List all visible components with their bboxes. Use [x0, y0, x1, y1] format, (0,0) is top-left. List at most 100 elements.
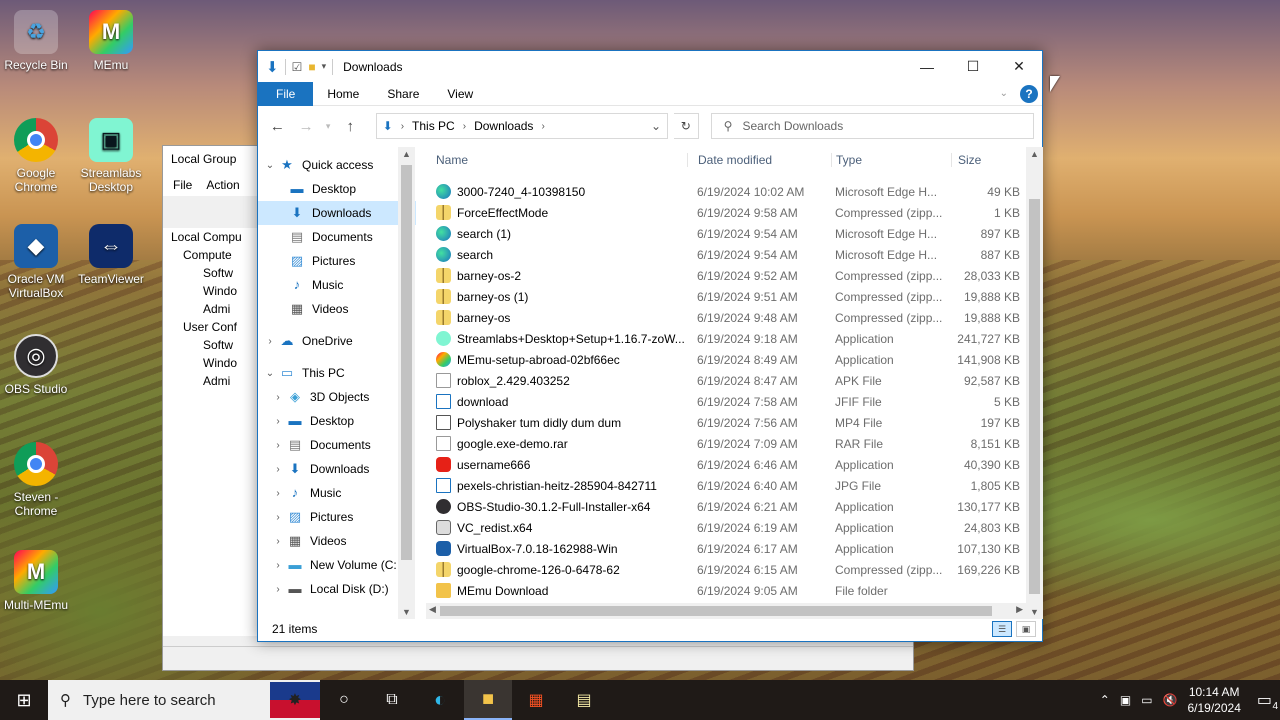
chevron-right-icon[interactable]: ›: [270, 416, 286, 427]
file-row[interactable]: VirtualBox-7.0.18-162988-Win 6/19/2024 6…: [426, 538, 1026, 559]
file-name-cell[interactable]: search (1): [426, 226, 687, 241]
taskbar-file-explorer[interactable]: ■: [464, 680, 512, 720]
customize-toolbar-icon[interactable]: ▾: [322, 61, 327, 72]
tab-file[interactable]: File: [258, 81, 314, 106]
scroll-down-icon[interactable]: ▼: [1026, 607, 1043, 617]
taskbar-search-box[interactable]: ⚲ Type here to search ✸: [48, 680, 320, 720]
chevron-right-icon[interactable]: ›: [270, 440, 286, 451]
tab-home[interactable]: Home: [313, 82, 373, 106]
task-view-button[interactable]: ⧉: [368, 680, 416, 720]
desktop-icon-teamviewer[interactable]: ⇔ TeamViewer: [75, 224, 147, 286]
file-name-cell[interactable]: pexels-christian-heitz-285904-842711: [426, 478, 687, 493]
file-row[interactable]: OBS-Studio-30.1.2-Full-Installer-x64 6/1…: [426, 496, 1026, 517]
minimize-button[interactable]: —: [904, 51, 950, 82]
file-name-cell[interactable]: MEmu Download: [426, 583, 687, 598]
file-row[interactable]: search (1) 6/19/2024 9:54 AM Microsoft E…: [426, 223, 1026, 244]
nav-pc-pictures[interactable]: › ▨ Pictures: [258, 505, 416, 529]
desktop-icon-virtualbox[interactable]: ◆ Oracle VM VirtualBox: [0, 224, 72, 300]
bg-menu-action[interactable]: Action: [206, 178, 239, 192]
scroll-thumb[interactable]: [1029, 199, 1040, 594]
breadcrumb-this-pc[interactable]: This PC: [412, 119, 455, 133]
nav-this-pc[interactable]: ⌄ ▭ This PC: [258, 361, 416, 385]
file-name-cell[interactable]: ForceEffectMode: [426, 205, 687, 220]
nav-quick-access[interactable]: ⌄ ★ Quick access: [258, 153, 416, 177]
expand-ribbon-icon[interactable]: ⌄: [1000, 88, 1008, 99]
file-name-cell[interactable]: search: [426, 247, 687, 262]
desktop-icon-recycle-bin[interactable]: ♻ Recycle Bin: [0, 10, 72, 72]
file-row[interactable]: barney-os-2 6/19/2024 9:52 AM Compressed…: [426, 265, 1026, 286]
bg-menu-file[interactable]: File: [173, 178, 192, 192]
nav-documents[interactable]: ▤ Documents 📌: [258, 225, 416, 249]
nav-pc-documents[interactable]: › ▤ Documents: [258, 433, 416, 457]
title-bar[interactable]: ⬇ ☑ ■ ▾ Downloads — ☐ ✕: [258, 51, 1042, 82]
file-name-cell[interactable]: VC_redist.x64: [426, 520, 687, 535]
back-button[interactable]: ←: [266, 118, 289, 135]
file-row[interactable]: download 6/19/2024 7:58 AM JFIF File 5 K…: [426, 391, 1026, 412]
breadcrumb-separator[interactable]: ›: [463, 121, 466, 132]
search-box[interactable]: ⚲ Search Downloads: [710, 113, 1034, 139]
chevron-right-icon[interactable]: ›: [270, 488, 286, 499]
details-view-button[interactable]: ☰: [992, 621, 1012, 637]
cortana-button[interactable]: ○: [320, 680, 368, 720]
file-explorer-window[interactable]: ⬇ ☑ ■ ▾ Downloads — ☐ ✕ File Home Share …: [257, 50, 1043, 642]
scroll-down-icon[interactable]: ▼: [398, 607, 415, 617]
network-icon[interactable]: ▭: [1141, 693, 1152, 707]
tab-view[interactable]: View: [433, 82, 487, 106]
scroll-up-icon[interactable]: ▲: [398, 149, 415, 159]
file-name-cell[interactable]: barney-os-2: [426, 268, 687, 283]
close-button[interactable]: ✕: [996, 51, 1042, 82]
scroll-up-icon[interactable]: ▲: [1026, 149, 1043, 159]
chevron-down-icon[interactable]: ⌄: [262, 368, 278, 379]
start-button[interactable]: ⊞: [0, 680, 48, 720]
bg-tree-item[interactable]: Compute: [163, 246, 259, 264]
column-header-type[interactable]: Type: [831, 153, 951, 167]
breadcrumb-downloads[interactable]: Downloads: [474, 119, 533, 133]
desktop-icon-chrome[interactable]: Google Chrome: [0, 118, 72, 194]
scroll-thumb[interactable]: [401, 165, 412, 560]
chevron-up-icon[interactable]: ⌃: [1100, 693, 1110, 707]
nav-drive-c[interactable]: › ▬ New Volume (C:: [258, 553, 416, 577]
nav-desktop[interactable]: ▬ Desktop 📌: [258, 177, 416, 201]
chevron-right-icon[interactable]: ›: [270, 536, 286, 547]
maximize-button[interactable]: ☐: [950, 51, 996, 82]
volume-muted-icon[interactable]: 🔇: [1163, 693, 1178, 707]
desktop-icon-streamlabs[interactable]: ▣ Streamlabs Desktop: [75, 118, 147, 194]
bg-tree-item[interactable]: Softw: [163, 336, 259, 354]
file-name-cell[interactable]: roblox_2.429.403252: [426, 373, 687, 388]
chevron-down-icon[interactable]: ⌄: [262, 160, 278, 171]
new-folder-icon[interactable]: ■: [308, 60, 315, 74]
address-bar[interactable]: ⬇ › This PC › Downloads › ⌄: [375, 113, 668, 139]
file-name-cell[interactable]: barney-os: [426, 310, 687, 325]
file-row[interactable]: pexels-christian-heitz-285904-842711 6/1…: [426, 475, 1026, 496]
file-row[interactable]: ForceEffectMode 6/19/2024 9:58 AM Compre…: [426, 202, 1026, 223]
nav-pc-downloads[interactable]: › ⬇ Downloads: [258, 457, 416, 481]
desktop-icon-steven-chrome[interactable]: Steven - Chrome: [0, 442, 72, 518]
clock[interactable]: 10:14 AM 6/19/2024: [1187, 684, 1240, 716]
file-name-cell[interactable]: MEmu-setup-abroad-02bf66ec: [426, 352, 687, 367]
file-name-cell[interactable]: OBS-Studio-30.1.2-Full-Installer-x64: [426, 499, 687, 514]
bg-tree-item[interactable]: Admi: [163, 372, 259, 390]
nav-drive-d[interactable]: › ▬ Local Disk (D:): [258, 577, 416, 601]
chevron-right-icon[interactable]: ›: [270, 560, 286, 571]
forward-button[interactable]: →: [295, 118, 318, 135]
bg-tree-item[interactable]: Admi: [163, 300, 259, 318]
meet-now-icon[interactable]: ▣: [1120, 693, 1131, 707]
file-row[interactable]: google.exe-demo.rar 6/19/2024 7:09 AM RA…: [426, 433, 1026, 454]
file-row[interactable]: username666 6/19/2024 6:46 AM Applicatio…: [426, 454, 1026, 475]
refresh-button[interactable]: ↻: [674, 113, 699, 139]
notification-center-button[interactable]: ▭ 4: [1257, 690, 1278, 712]
large-icons-view-button[interactable]: ▣: [1016, 621, 1036, 637]
file-row[interactable]: MEmu Download 6/19/2024 9:05 AM File fol…: [426, 580, 1026, 601]
file-name-cell[interactable]: Polyshaker tum didly dum dum: [426, 415, 687, 430]
nav-music[interactable]: ♪ Music: [258, 273, 416, 297]
file-row[interactable]: Streamlabs+Desktop+Setup+1.16.7-zoW... 6…: [426, 328, 1026, 349]
taskbar-store[interactable]: ▦: [512, 680, 560, 720]
desktop-icon-memu[interactable]: M MEmu: [75, 10, 147, 72]
file-name-cell[interactable]: barney-os (1): [426, 289, 687, 304]
file-row[interactable]: roblox_2.429.403252 6/19/2024 8:47 AM AP…: [426, 370, 1026, 391]
file-row[interactable]: 3000-7240_4-10398150 6/19/2024 10:02 AM …: [426, 181, 1026, 202]
bg-tree-item[interactable]: Windo: [163, 282, 259, 300]
file-name-cell[interactable]: username666: [426, 457, 687, 472]
bg-tree-item[interactable]: User Conf: [163, 318, 259, 336]
file-row[interactable]: MEmu-setup-abroad-02bf66ec 6/19/2024 8:4…: [426, 349, 1026, 370]
